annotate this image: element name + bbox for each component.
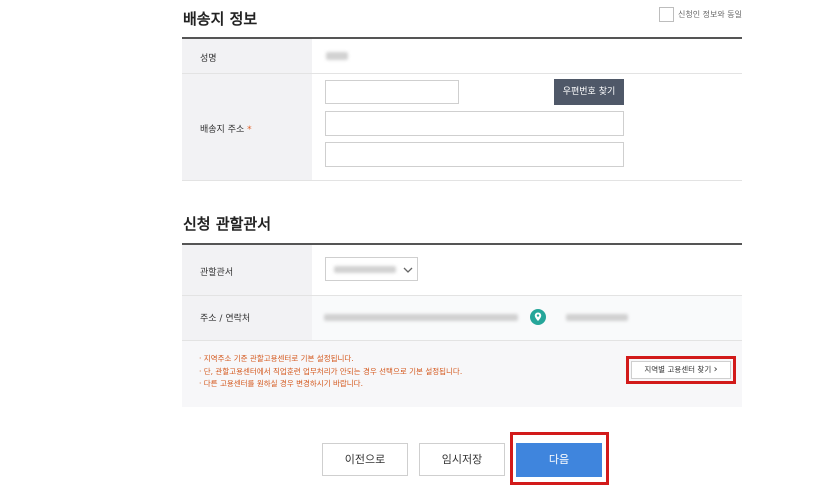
chevron-right-icon: › bbox=[713, 364, 718, 375]
address-label: 배송지 주소 * bbox=[200, 122, 252, 135]
name-value-redacted bbox=[326, 52, 348, 60]
address-contact-label: 주소 / 연락처 bbox=[200, 314, 251, 324]
location-pin-icon[interactable] bbox=[530, 309, 546, 325]
office-selected-redacted bbox=[334, 266, 396, 273]
office-select[interactable] bbox=[325, 257, 418, 281]
notice-line-3: · 다른 고용센터를 원하실 경우 변경하시기 바랍니다. bbox=[199, 379, 363, 388]
address-line1-input[interactable] bbox=[325, 111, 624, 136]
same-as-applicant-label: 신청인 정보와 동일 bbox=[678, 10, 742, 19]
zip-search-button[interactable]: 우편번호 찾기 bbox=[554, 79, 624, 105]
zip-code-input[interactable] bbox=[325, 80, 459, 104]
shipping-section-title: 배송지 정보 bbox=[183, 10, 258, 28]
office-section-title: 신청 관할관서 bbox=[183, 215, 272, 233]
name-label: 성명 bbox=[200, 54, 217, 64]
address-label-text: 배송지 주소 bbox=[200, 125, 245, 135]
row-divider bbox=[182, 180, 742, 181]
same-as-applicant-checkbox[interactable] bbox=[659, 7, 674, 22]
next-button[interactable]: 다음 bbox=[516, 443, 602, 477]
find-center-label: 지역별 고용센터 찾기 bbox=[644, 365, 712, 374]
address-line2-input[interactable] bbox=[325, 142, 624, 167]
chevron-down-icon bbox=[403, 267, 413, 273]
office-phone-redacted bbox=[566, 314, 628, 321]
notice-line-2: · 단, 관할고용센터에서 직업훈련 업무처리가 안되는 경우 선택으로 기본 … bbox=[199, 367, 463, 376]
required-mark: * bbox=[247, 125, 252, 135]
same-as-applicant-option[interactable]: 신청인 정보와 동일 bbox=[659, 7, 742, 22]
find-center-button[interactable]: 지역별 고용센터 찾기 › bbox=[631, 361, 731, 379]
prev-button[interactable]: 이전으로 bbox=[322, 443, 408, 476]
office-label: 관할관서 bbox=[200, 268, 234, 278]
notice-line-1: · 지역주소 기준 관할고용센터로 기본 설정됩니다. bbox=[199, 354, 354, 363]
office-address-redacted bbox=[324, 314, 518, 321]
temp-save-button[interactable]: 임시저장 bbox=[419, 443, 505, 476]
